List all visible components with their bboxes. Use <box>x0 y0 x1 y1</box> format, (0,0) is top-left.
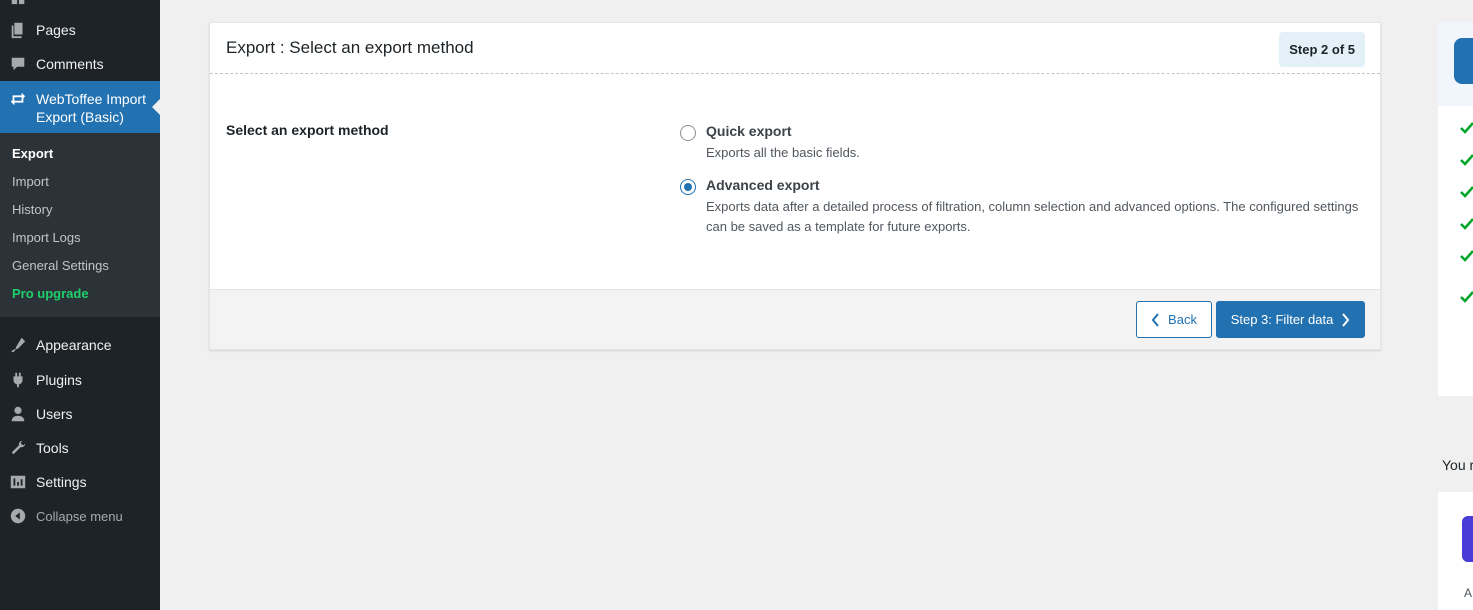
sidebar-item-label: Settings <box>36 474 87 490</box>
dashboard-icon <box>0 0 36 14</box>
plugins-icon <box>0 371 36 389</box>
submenu-item-pro-upgrade[interactable]: Pro upgrade <box>0 280 160 308</box>
current-arrow <box>152 99 160 115</box>
sidebar-item-users[interactable]: Users <box>0 397 160 431</box>
page-title: Export : Select an export method <box>226 38 474 57</box>
sidebar-item-label: Comments <box>36 56 104 72</box>
option-title: Advanced export <box>706 177 820 193</box>
check-icon <box>1460 291 1473 303</box>
promo-box-2: A <box>1438 492 1473 610</box>
promo-text: You r <box>1442 457 1473 473</box>
sidebar-item-label: Appearance <box>36 337 112 353</box>
option-title: Quick export <box>706 123 792 139</box>
collapse-menu-button[interactable]: Collapse menu <box>0 499 160 533</box>
submenu-item-general-settings[interactable]: General Settings <box>0 252 160 280</box>
settings-icon <box>0 473 36 491</box>
option-description: Exports data after a detailed process of… <box>706 199 1359 234</box>
product-icon <box>1462 516 1473 562</box>
step-badge: Step 2 of 5 <box>1279 32 1365 67</box>
check-icon <box>1460 122 1473 134</box>
promo-box <box>1438 22 1473 396</box>
next-step-button[interactable]: Step 3: Filter data <box>1216 301 1365 338</box>
sidebar-item-pages[interactable]: Pages <box>0 13 160 47</box>
sidebar-item-label: Pages <box>36 22 76 38</box>
sidebar-item-label: Collapse menu <box>36 508 123 524</box>
sidebar-item-webtoffee[interactable]: WebToffee Import Export (Basic) <box>0 81 160 133</box>
collapse-icon <box>0 507 36 525</box>
sidebar-item-comments[interactable]: Comments <box>0 47 160 81</box>
submenu: Export Import History Import Logs Genera… <box>0 133 160 317</box>
back-label: Back <box>1168 312 1197 327</box>
check-icon <box>1460 186 1473 198</box>
check-icon <box>1460 218 1473 230</box>
check-icon <box>1460 154 1473 166</box>
submenu-item-import[interactable]: Import <box>0 168 160 196</box>
sidebar-item-label: Users <box>36 406 73 422</box>
sidebar-item-label: Tools <box>36 440 69 456</box>
sidebar-item-label: Plugins <box>36 372 82 388</box>
tools-icon <box>0 439 36 457</box>
appearance-icon <box>0 336 36 354</box>
plugin-logo-icon <box>1454 38 1473 84</box>
export-method-label: Select an export method <box>226 122 389 138</box>
sidebar-item-plugins[interactable]: Plugins <box>0 363 160 397</box>
submenu-item-export[interactable]: Export <box>0 140 160 168</box>
back-button[interactable]: Back <box>1136 301 1212 338</box>
chevron-left-icon <box>1151 312 1159 327</box>
sidebar-item-settings[interactable]: Settings <box>0 465 160 499</box>
quick-export-radio[interactable] <box>680 125 696 141</box>
sidebar-item-label: WebToffee Import Export (Basic) <box>36 91 146 125</box>
advanced-export-radio[interactable] <box>680 179 696 195</box>
users-icon <box>0 405 36 423</box>
admin-sidebar: Pages Comments WebToffee Import Export (… <box>0 0 160 610</box>
pages-icon <box>0 21 36 39</box>
panel-footer: Back Step 3: Filter data <box>210 289 1380 349</box>
promo-small-text: A <box>1464 586 1473 600</box>
panel-header: Export : Select an export method Step 2 … <box>210 23 1380 74</box>
next-label: Step 3: Filter data <box>1230 312 1334 327</box>
sidebar-item-tools[interactable]: Tools <box>0 431 160 465</box>
option-description: Exports all the basic fields. <box>706 145 860 160</box>
submenu-item-history[interactable]: History <box>0 196 160 224</box>
import-export-icon <box>9 90 27 108</box>
comments-icon <box>0 55 36 73</box>
chevron-right-icon <box>1342 312 1350 327</box>
export-panel: Export : Select an export method Step 2 … <box>209 22 1381 350</box>
check-icon <box>1460 250 1473 262</box>
promo-header <box>1438 22 1473 106</box>
sidebar-item-appearance[interactable]: Appearance <box>0 328 160 362</box>
submenu-item-import-logs[interactable]: Import Logs <box>0 224 160 252</box>
